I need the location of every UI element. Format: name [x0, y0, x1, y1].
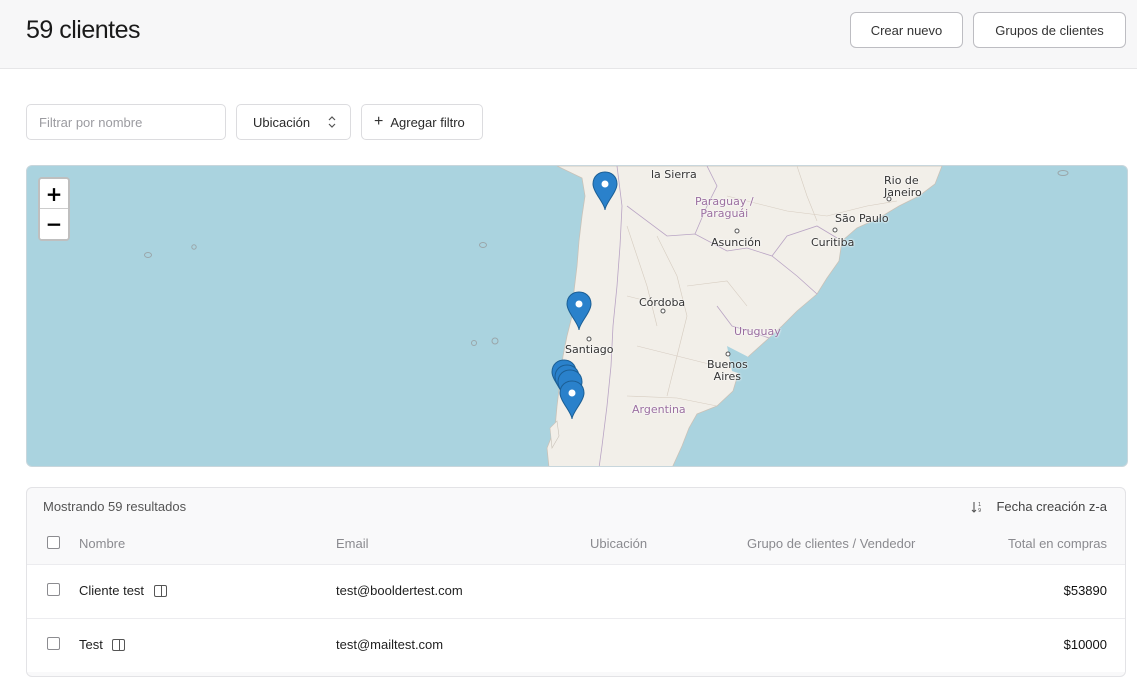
map-tiles[interactable] [27, 166, 1128, 467]
map-label-santiago: Santiago [565, 343, 614, 356]
side-panel-icon[interactable] [153, 585, 167, 597]
client-name-cell[interactable]: Cliente test [79, 583, 167, 598]
results-count: Mostrando 59 resultados [43, 499, 187, 514]
map-label-asuncion: Asunción [711, 236, 762, 249]
add-filter-button[interactable]: + Agregar filtro [361, 104, 483, 140]
sort-icon: 1 9 [972, 501, 982, 513]
column-header-total[interactable]: Total en compras [1008, 536, 1107, 551]
create-new-button[interactable]: Crear nuevo [850, 12, 963, 48]
client-email: test@mailtest.com [336, 637, 444, 652]
table-row[interactable]: Cliente test test@booldertest.com $53890 [27, 564, 1125, 618]
page-title: 59 clientes [26, 16, 141, 44]
map-label-uruguay: Uruguay [734, 325, 781, 338]
chevron-up-down-icon [328, 116, 336, 128]
page-header: 59 clientes Crear nuevo Grupos de client… [0, 0, 1137, 69]
add-filter-label: Agregar filtro [390, 114, 465, 130]
side-panel-icon[interactable] [112, 639, 126, 651]
client-name-cell[interactable]: Test [79, 637, 126, 652]
location-filter-select[interactable]: Ubicación [236, 104, 351, 140]
client-groups-button[interactable]: Grupos de clientes [973, 12, 1126, 48]
map-label-curitiba: Curitiba [811, 236, 855, 249]
column-header-location[interactable]: Ubicación [590, 536, 647, 551]
column-header-group[interactable]: Grupo de clientes / Vendedor [747, 536, 915, 551]
client-email: test@booldertest.com [336, 583, 463, 598]
column-header-email[interactable]: Email [336, 536, 369, 551]
table-row[interactable]: Test test@mailtest.com $10000 [27, 618, 1125, 672]
map-label-rio-de-janeiro: Rio de Janeiro [884, 174, 922, 199]
client-name[interactable]: Test [79, 637, 103, 652]
zoom-out-button[interactable]: − [40, 209, 68, 239]
table-header: Nombre Email Ubicación Grupo de clientes… [27, 528, 1125, 564]
column-header-name[interactable]: Nombre [79, 536, 125, 551]
client-total: $10000 [1063, 637, 1107, 652]
filter-by-name-input[interactable] [26, 104, 226, 140]
map-label-buenos-aires: Buenos Aires [707, 358, 748, 383]
client-total: $53890 [1063, 583, 1107, 598]
row-checkbox[interactable] [47, 637, 60, 650]
svg-text:9: 9 [978, 508, 981, 513]
select-all-checkbox[interactable] [47, 536, 60, 549]
row-checkbox[interactable] [47, 583, 60, 596]
map-label-cordoba: Córdoba [639, 296, 686, 309]
sort-button[interactable]: 1 9 Fecha creación z-a [971, 499, 1107, 514]
map-label-argentina: Argentina [632, 403, 686, 416]
map-label-sao-paulo: São Paulo [835, 212, 889, 225]
map-label-la-sierra: la Sierra [651, 168, 697, 181]
client-name[interactable]: Cliente test [79, 583, 144, 598]
sort-label: Fecha creación z-a [996, 499, 1107, 514]
zoom-control: + − [38, 177, 70, 241]
plus-icon: + [374, 113, 384, 130]
map-label-paraguay: Paraguay / Paraguái [695, 195, 754, 220]
location-filter-label: Ubicación [253, 114, 311, 130]
zoom-in-button[interactable]: + [40, 179, 68, 209]
clients-table: Mostrando 59 resultados 1 9 Fecha creaci… [26, 487, 1126, 677]
clients-map[interactable]: + − la Sierra Paraguay / Paraguái Asunci… [26, 165, 1128, 467]
